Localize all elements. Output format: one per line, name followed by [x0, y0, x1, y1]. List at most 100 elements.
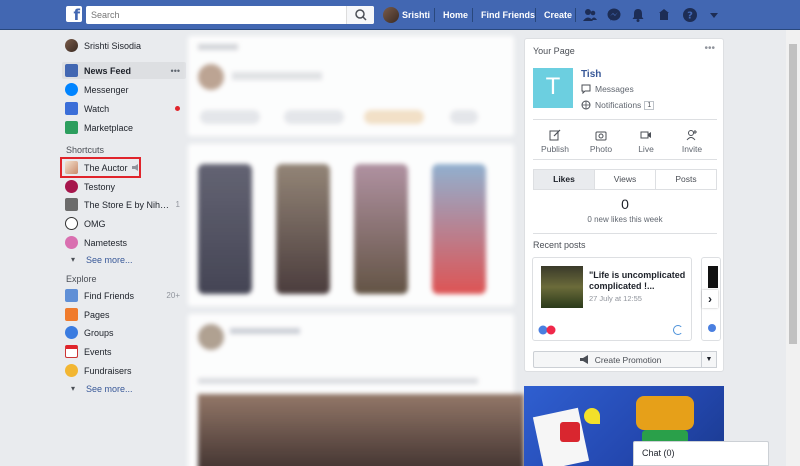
notifications-icon[interactable]	[630, 7, 646, 23]
news-feed-icon	[65, 64, 78, 77]
marketplace-icon	[65, 121, 78, 134]
find-friends-icon	[65, 289, 78, 302]
publish-button[interactable]: Publish	[537, 129, 573, 154]
explore-see-more[interactable]: ▾ See more...	[62, 380, 186, 397]
notifications-label: Notifications	[595, 100, 642, 110]
live-video-icon	[640, 131, 651, 139]
sidebar-item-marketplace[interactable]: Marketplace	[62, 119, 186, 136]
sidebar-item-label: Groups	[84, 327, 114, 338]
home-link[interactable]: Home	[443, 10, 468, 20]
messenger-icon[interactable]	[606, 7, 622, 23]
post-thumbnail[interactable]	[541, 266, 583, 308]
sidebar-item-find-friends[interactable]: Find Friends 20+	[62, 287, 186, 304]
page-messages-link[interactable]: Messages	[581, 84, 634, 94]
invite-icon	[686, 130, 697, 141]
events-icon	[65, 345, 78, 358]
more-options-icon[interactable]: •••	[171, 66, 180, 76]
search-button[interactable]	[346, 6, 374, 24]
tab-posts[interactable]: Posts	[656, 170, 716, 189]
sidebar-item-watch[interactable]: Watch	[62, 100, 186, 117]
megaphone-icon	[579, 355, 588, 364]
live-button[interactable]: Live	[628, 129, 664, 154]
publish-icon	[549, 129, 561, 141]
tab-views[interactable]: Views	[595, 170, 656, 189]
search-box[interactable]	[86, 6, 374, 24]
see-more-label: See more...	[86, 383, 133, 394]
caret-down-icon[interactable]	[706, 7, 722, 23]
messages-label: Messages	[595, 84, 634, 94]
your-page-heading: Your Page	[533, 46, 575, 56]
chat-bar[interactable]: Chat (0)	[633, 441, 769, 466]
friends-icon[interactable]	[582, 7, 598, 23]
divider	[533, 159, 717, 160]
sidebar-item-groups[interactable]: Groups	[62, 324, 186, 341]
photo-button[interactable]: Photo	[583, 129, 619, 154]
scrollbar[interactable]	[786, 30, 800, 466]
profile-link[interactable]: Srishti	[402, 10, 430, 20]
shortcut-testony[interactable]: Testony	[62, 178, 186, 195]
create-promotion-button[interactable]: Create Promotion	[533, 351, 707, 368]
sidebar-item-label: Fundraisers	[84, 365, 132, 376]
shortcut-count: 1	[175, 200, 180, 209]
sidebar-item-label: The Store E by Nih…	[84, 199, 170, 210]
post-date: 27 July at 12:55	[589, 294, 642, 303]
facebook-logo-icon[interactable]: f	[66, 6, 82, 22]
chevron-right-icon[interactable]: ›	[702, 290, 718, 308]
avatar[interactable]	[383, 7, 399, 23]
your-page-card: Your Page ••• T Tish Messages Notificati…	[524, 38, 724, 372]
profile-name: Srishti Sisodia	[84, 40, 142, 51]
shortcut-omg[interactable]: OMG	[62, 215, 186, 232]
stories-card	[188, 144, 514, 306]
shortcuts-see-more[interactable]: ▾ See more...	[62, 251, 186, 268]
shortcut-nametests[interactable]: Nametests	[62, 234, 186, 251]
pages-icon	[65, 308, 78, 321]
find-friends-link[interactable]: Find Friends	[481, 10, 535, 20]
page-logo[interactable]: T	[533, 68, 573, 108]
sidebar-item-events[interactable]: Events	[62, 343, 186, 360]
sidebar-item-pages[interactable]: Pages	[62, 306, 186, 323]
find-friends-count: 20+	[166, 291, 180, 300]
divider	[533, 119, 717, 120]
post-card	[188, 314, 524, 466]
create-promotion-label: Create Promotion	[594, 354, 662, 365]
recent-post-card[interactable]: "Life is uncomplicated complicated !... …	[532, 257, 692, 341]
camera-icon	[595, 131, 607, 141]
svg-text:?: ?	[687, 11, 693, 22]
likes-subtext: 0 new likes this week	[587, 215, 663, 224]
composer-card	[188, 36, 514, 136]
help-icon[interactable]: ?	[682, 7, 698, 23]
search-icon	[355, 9, 367, 21]
sidebar-item-label: Marketplace	[84, 122, 134, 133]
sidebar-item-label: Watch	[84, 103, 110, 114]
live-label: Live	[638, 144, 654, 154]
more-options-icon[interactable]: •••	[704, 43, 715, 54]
sidebar-item-news-feed[interactable]: News Feed •••	[62, 62, 186, 79]
sidebar-item-messenger[interactable]: Messenger	[62, 81, 186, 98]
page-avatar	[65, 180, 78, 193]
invite-button[interactable]: Invite	[674, 129, 710, 154]
search-input[interactable]	[86, 6, 341, 24]
watch-icon	[65, 102, 78, 115]
chevron-down-icon[interactable]: ▼	[701, 351, 717, 368]
chevron-down-icon: ▾	[70, 255, 75, 264]
top-bar: f Srishti Home Find Friends Create ?	[0, 0, 800, 30]
quick-help-icon[interactable]	[656, 7, 672, 23]
messenger-icon	[65, 83, 78, 96]
chevron-down-icon: ▾	[70, 384, 75, 393]
sidebar-item-label: Pages	[84, 309, 110, 320]
scrollbar-thumb[interactable]	[789, 44, 797, 344]
sidebar-item-fundraisers[interactable]: Fundraisers	[62, 362, 186, 379]
tab-likes[interactable]: Likes	[534, 170, 595, 189]
divider	[533, 233, 717, 234]
stats-tabs: Likes Views Posts	[533, 169, 717, 190]
divider	[575, 8, 576, 22]
create-link[interactable]: Create	[544, 10, 572, 20]
shortcuts-heading: Shortcuts	[66, 145, 105, 155]
page-notifications-link[interactable]: Notifications 1	[581, 100, 655, 110]
explore-heading: Explore	[66, 274, 97, 284]
post-title[interactable]: "Life is uncomplicated complicated !...	[589, 270, 689, 292]
shortcut-the-store[interactable]: The Store E by Nih… 1	[62, 196, 186, 213]
sidebar-profile[interactable]: Srishti Sisodia	[62, 37, 186, 54]
likes-count: 0	[621, 196, 629, 212]
page-name-link[interactable]: Tish	[581, 69, 601, 80]
